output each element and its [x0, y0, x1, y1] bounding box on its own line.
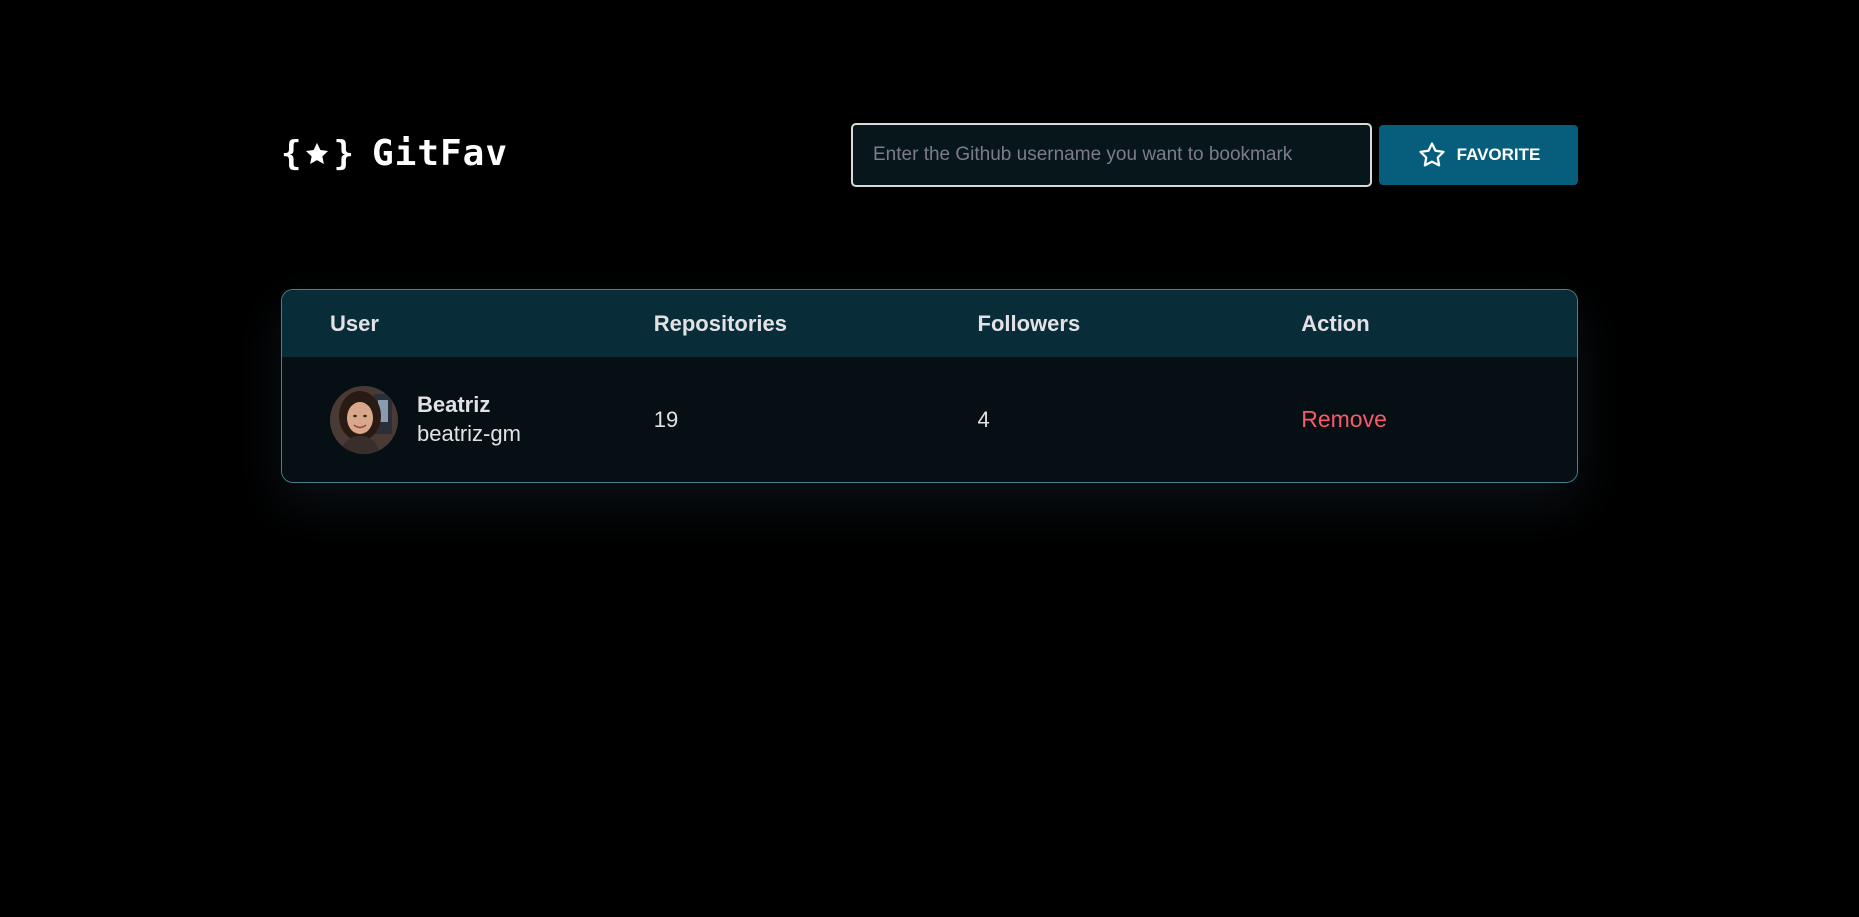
favorite-button[interactable]: FAVORITE [1379, 125, 1578, 185]
star-outline-icon [1419, 142, 1445, 167]
column-header-repositories: Repositories [653, 310, 788, 336]
user-cell: Beatriz beatriz-gm [282, 357, 606, 482]
repositories-count: 19 [653, 406, 679, 432]
app-logo: { } GitFav [281, 133, 508, 174]
avatar[interactable] [330, 385, 398, 454]
user-name: Beatriz [417, 391, 491, 417]
column-header-action: Action [1301, 310, 1370, 336]
top-bar: { } GitFav FAVORITE [281, 123, 1578, 187]
column-header-user: User [330, 310, 379, 336]
action-cell: Remove [1253, 357, 1577, 482]
favorite-button-label: FAVORITE [1456, 145, 1541, 164]
followers-count: 4 [977, 406, 990, 432]
user-login[interactable]: beatriz-gm [417, 420, 521, 449]
page: { } GitFav FAVORITE User Rep [0, 0, 1859, 917]
star-braces-icon: { } [281, 133, 354, 174]
column-header-followers: Followers [977, 310, 1081, 336]
table-row: Beatriz beatriz-gm 19 4 Remove [282, 357, 1577, 482]
table-header-row: User Repositories Followers Action [282, 290, 1577, 357]
app-title: GitFav [371, 133, 509, 174]
search-input[interactable] [851, 123, 1372, 187]
favorites-table: User Repositories Followers Action Beatr… [281, 289, 1578, 483]
search-form: FAVORITE [851, 123, 1578, 187]
remove-button[interactable]: Remove [1301, 406, 1387, 433]
